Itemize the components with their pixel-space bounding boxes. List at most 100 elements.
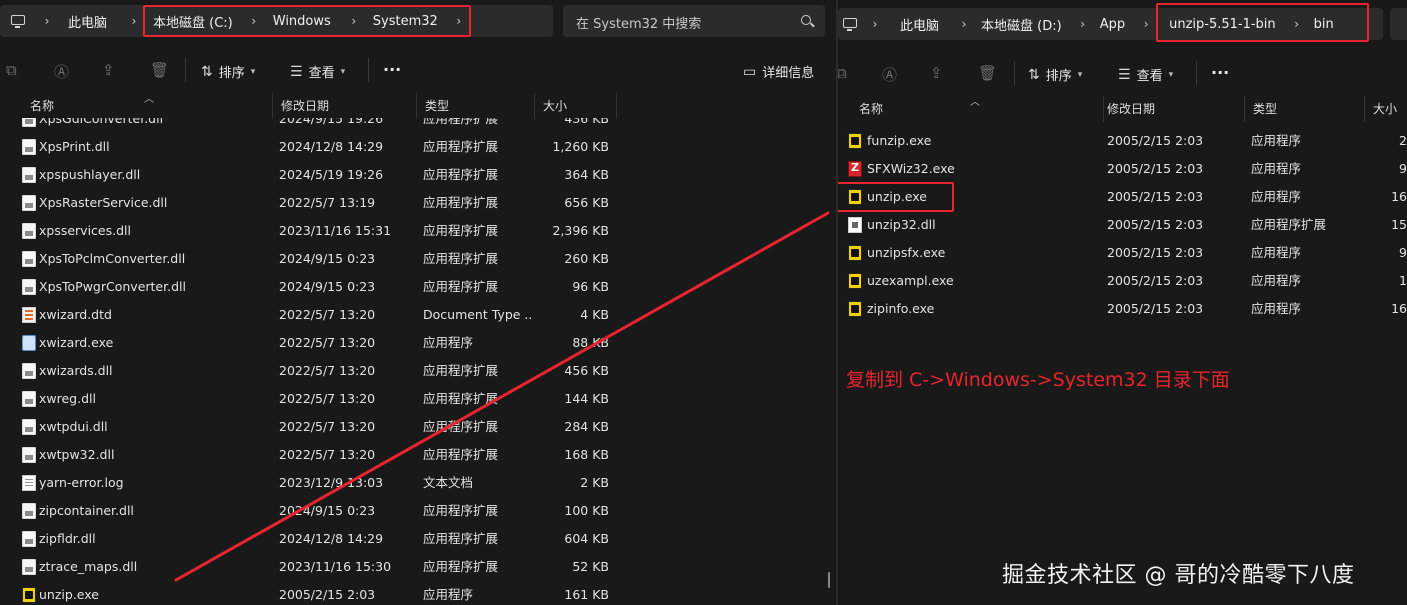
details-pane-icon: ▭ xyxy=(743,63,757,80)
table-row[interactable]: xpsservices.dll 2023/11/16 15:31 应用程序扩展 2,3… xyxy=(0,217,836,245)
copy-icon[interactable]: ⧉ xyxy=(6,61,17,79)
dll-file-icon xyxy=(22,391,36,407)
breadcrumb-this-pc[interactable]: 此电脑 xyxy=(900,15,939,34)
breadcrumb-this-pc[interactable]: 此电脑 xyxy=(68,12,107,31)
file-type: 应用程序扩展 xyxy=(423,195,499,210)
table-row[interactable]: unzip32.dll 2005/2/15 2:03 应用程序扩展 15 xyxy=(838,211,1407,239)
file-type: 应用程序扩展 xyxy=(423,447,499,462)
toolbar-divider xyxy=(1196,61,1197,85)
table-row[interactable]: xwizards.dll 2022/5/7 13:20 应用程序扩展 456 KB xyxy=(0,357,836,385)
file-size: 16 xyxy=(1391,301,1407,316)
breadcrumb-app[interactable]: App xyxy=(1100,17,1125,32)
table-row[interactable]: uzexampl.exe 2005/2/15 2:03 应用程序 1 xyxy=(838,267,1407,295)
file-name: XpsGdiConverter.dll xyxy=(39,118,164,126)
file-name: XpsToPclmConverter.dll xyxy=(39,251,186,266)
table-row[interactable]: xwizard.exe 2022/5/7 13:20 应用程序 88 KB xyxy=(0,329,836,357)
search-box[interactable]: 在 System32 中搜索 xyxy=(563,5,825,37)
table-row[interactable]: unzipsfx.exe 2005/2/15 2:03 应用程序 9 xyxy=(838,239,1407,267)
search-icon[interactable] xyxy=(801,15,811,25)
details-label: 详细信息 xyxy=(762,66,815,81)
sort-button[interactable]: ⇅ 排序 ▾ xyxy=(201,62,255,82)
sfx-exe-icon xyxy=(848,161,862,177)
table-row[interactable]: ztrace_maps.dll 2023/11/16 15:30 应用程序扩展 52 … xyxy=(0,553,836,581)
share-icon[interactable]: ⇪ xyxy=(930,64,943,82)
table-row[interactable]: XpsGdiConverter.dll 2024/9/15 19:26 应用程序… xyxy=(0,118,836,133)
file-type: 文本文档 xyxy=(423,475,474,490)
table-row[interactable]: xpspushlayer.dll 2024/5/19 19:26 应用程序扩展 364… xyxy=(0,161,836,189)
more-options-button[interactable]: ··· xyxy=(383,60,401,79)
search-box[interactable] xyxy=(1390,8,1407,40)
file-date: 2023/11/16 15:30 xyxy=(279,559,392,574)
dll-file-icon xyxy=(22,419,36,435)
table-row[interactable]: xwtpdui.dll 2022/5/7 13:20 应用程序扩展 284 KB xyxy=(0,413,836,441)
table-row[interactable]: xwtpw32.dll 2022/5/7 13:20 应用程序扩展 168 KB xyxy=(0,441,836,469)
column-header-type[interactable]: 类型 xyxy=(1245,96,1365,122)
table-row[interactable]: XpsToPwgrConverter.dll 2024/9/15 0:23 应用程序… xyxy=(0,273,836,301)
table-row[interactable]: XpsPrint.dll 2024/12/8 14:29 应用程序扩展 1,260 K… xyxy=(0,133,836,161)
dll-file-icon xyxy=(22,279,36,295)
file-type: 应用程序 xyxy=(423,587,474,602)
delete-icon[interactable]: 🗑 xyxy=(978,64,997,82)
rename-icon[interactable]: Ⓐ xyxy=(882,64,897,85)
copy-icon[interactable]: ⧉ xyxy=(838,64,847,82)
file-date: 2005/2/15 2:03 xyxy=(1107,161,1204,176)
scrollbar-thumb[interactable] xyxy=(828,572,830,588)
details-pane-button[interactable]: ▭ 详细信息 xyxy=(743,62,815,82)
chevron-down-icon: ▾ xyxy=(1077,69,1083,80)
table-row[interactable]: XpsToPclmConverter.dll 2024/9/15 0:23 应用程序… xyxy=(0,245,836,273)
table-row[interactable]: SFXWiz32.exe 2005/2/15 2:03 应用程序 9 xyxy=(838,155,1407,183)
file-size: 604 KB xyxy=(564,531,609,546)
chevron-right-icon: › xyxy=(961,17,967,31)
file-name: unzipsfx.exe xyxy=(867,245,946,260)
table-row[interactable]: xwreg.dll 2022/5/7 13:20 应用程序扩展 144 KB xyxy=(0,385,836,413)
file-date: 2005/2/15 2:03 xyxy=(1107,217,1204,232)
file-date: 2022/5/7 13:20 xyxy=(279,363,376,378)
table-row[interactable]: yarn-error.log 2023/12/9 13:03 文本文档 2 KB xyxy=(0,469,836,497)
table-row[interactable]: XpsRasterService.dll 2022/5/7 13:19 应用程序扩展… xyxy=(0,189,836,217)
column-header-date[interactable]: 修改日期 xyxy=(1099,96,1245,122)
column-header-type[interactable]: 类型 xyxy=(417,93,535,119)
file-size: 1,260 KB xyxy=(552,139,609,154)
delete-icon[interactable]: 🗑 xyxy=(150,61,169,79)
column-header-size[interactable]: 大小 xyxy=(1365,96,1407,122)
column-header-date[interactable]: 修改日期 xyxy=(273,93,417,119)
file-name: xwtpdui.dll xyxy=(39,419,108,434)
search-placeholder: 在 System32 中搜索 xyxy=(576,17,702,32)
sort-button[interactable]: ⇅ 排序 ▾ xyxy=(1028,65,1083,85)
file-type: Document Type ... xyxy=(423,307,533,322)
table-row[interactable]: zipinfo.exe 2005/2/15 2:03 应用程序 16 xyxy=(838,295,1407,323)
table-row[interactable]: unzip.exe 2005/2/15 2:03 应用程序 161 KB xyxy=(0,581,836,605)
table-row[interactable]: zipcontainer.dll 2024/9/15 0:23 应用程序扩展 100 … xyxy=(0,497,836,525)
toolbar-divider xyxy=(185,58,186,82)
more-options-button[interactable]: ··· xyxy=(1211,63,1229,82)
table-row[interactable]: funzip.exe 2005/2/15 2:03 应用程序 2 xyxy=(838,127,1407,155)
file-type: 应用程序扩展 xyxy=(423,223,499,238)
sort-label: 排序 xyxy=(218,66,245,81)
chevron-down-icon: ▾ xyxy=(1168,69,1174,80)
file-date: 2024/9/15 0:23 xyxy=(279,503,376,518)
view-button[interactable]: ☰ 查看 ▾ xyxy=(290,62,346,82)
copy-instruction-annotation: 复制到 C->Windows->System32 目录下面 xyxy=(846,369,1230,391)
file-name: funzip.exe xyxy=(867,133,932,148)
chevron-down-icon: ▾ xyxy=(340,66,346,77)
table-row[interactable]: xwizard.dtd 2022/5/7 13:20 Document Type .… xyxy=(0,301,836,329)
breadcrumb-drive-d[interactable]: 本地磁盘 (D:) xyxy=(981,15,1062,34)
file-date: 2022/5/7 13:20 xyxy=(279,391,376,406)
table-row[interactable]: zipfldr.dll 2024/12/8 14:29 应用程序扩展 604 KB xyxy=(0,525,836,553)
column-header-size[interactable]: 大小 xyxy=(535,93,617,119)
file-size: 144 KB xyxy=(564,391,609,406)
dll-file-icon xyxy=(22,447,36,463)
file-name: zipcontainer.dll xyxy=(39,503,134,518)
share-icon[interactable]: ⇪ xyxy=(102,61,115,79)
file-size: 260 KB xyxy=(564,251,609,266)
file-type: 应用程序扩展 xyxy=(423,419,499,434)
file-date: 2005/2/15 2:03 xyxy=(1107,301,1204,316)
sort-icon: ⇅ xyxy=(201,63,213,80)
view-button[interactable]: ☰ 查看 ▾ xyxy=(1118,65,1174,85)
file-name: unzip.exe xyxy=(39,587,99,602)
file-name: xpspushlayer.dll xyxy=(39,167,141,182)
dll-file-icon xyxy=(22,251,36,267)
file-date: 2024/12/8 14:29 xyxy=(279,139,384,154)
chevron-right-icon: › xyxy=(1080,17,1086,31)
rename-icon[interactable]: Ⓐ xyxy=(54,61,69,82)
